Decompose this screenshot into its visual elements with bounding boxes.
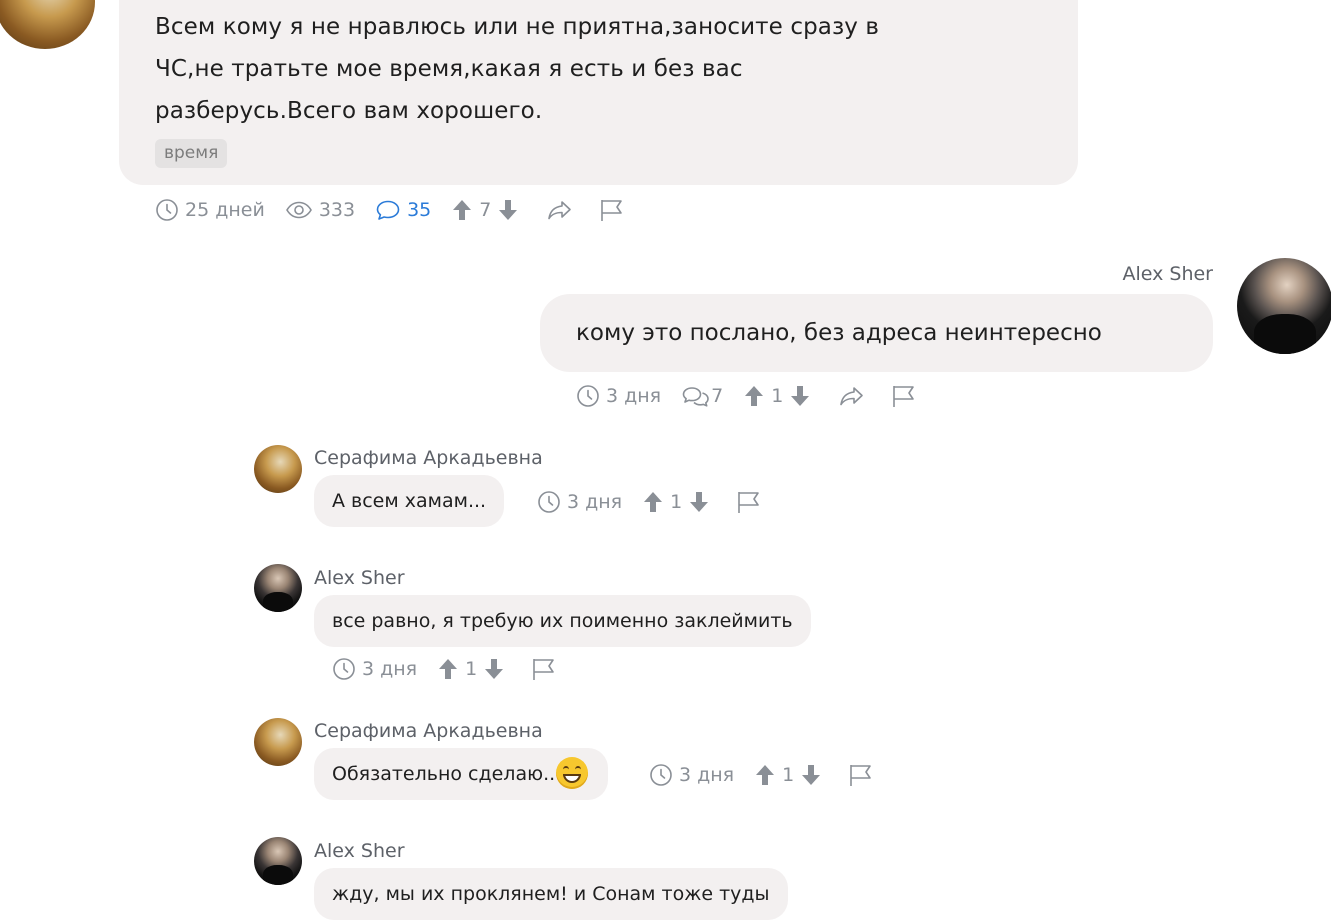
comment-time-text: 3 дня (606, 385, 662, 407)
reply-report-button[interactable] (848, 763, 874, 787)
clock-icon (538, 491, 560, 513)
clock-icon (577, 385, 599, 407)
post-time-text: 25 дней (185, 199, 265, 221)
upvote-icon (453, 200, 472, 220)
post-time: 25 дней (155, 198, 265, 222)
reply-downvote-button[interactable] (688, 490, 710, 514)
reply-author-avatar[interactable] (254, 445, 302, 493)
reply-time: 3 дня (537, 490, 622, 514)
reply-author-avatar[interactable] (254, 564, 302, 612)
post-views-count: 333 (318, 199, 356, 221)
reply-author-avatar[interactable] (254, 718, 302, 766)
reply-bubble: жду, мы их проклянем! и Сонам тоже туды (314, 868, 788, 920)
clock-icon (650, 764, 672, 786)
post-views: 333 (285, 198, 355, 222)
replies-icon (682, 387, 709, 407)
downvote-icon (791, 386, 810, 406)
flag-icon (738, 492, 760, 513)
grinning-face-emoji (556, 756, 589, 789)
flag-icon (850, 765, 872, 786)
comment-replies-count: 7 (711, 385, 724, 407)
reply-time: 3 дня (332, 657, 417, 681)
post-comments-link[interactable]: 35 (375, 198, 431, 222)
comment-author-avatar[interactable] (1237, 258, 1331, 354)
reply-bubble: все равно, я требую их поименно заклейми… (314, 595, 811, 647)
comment-report-button[interactable] (891, 384, 917, 408)
reply-time-text: 3 дня (362, 658, 418, 680)
reply-time-text: 3 дня (567, 491, 623, 513)
post-text-line: Всем кому я не нравлюсь или не приятна,з… (155, 14, 880, 40)
upvote-icon (745, 386, 764, 406)
post-author-avatar[interactable] (0, 0, 95, 49)
post-text: Всем кому я не нравлюсь или не приятна,з… (155, 6, 1055, 132)
reply-score: 1 (670, 491, 683, 513)
clock-icon (156, 199, 178, 221)
share-icon (548, 201, 572, 220)
reply-author-avatar[interactable] (254, 837, 302, 885)
post-score: 7 (479, 199, 492, 221)
reply-meta-bar: 3 дня 1 (649, 761, 874, 789)
clock-icon (333, 658, 355, 680)
post-comments-count: 35 (407, 199, 432, 221)
comment-time: 3 дня (576, 384, 661, 408)
upvote-icon (644, 492, 663, 512)
comment-upvote-button[interactable] (743, 384, 765, 408)
reply-report-button[interactable] (736, 490, 762, 514)
comment-author[interactable]: Alex Sher (1122, 263, 1213, 285)
reply-upvote-button[interactable] (642, 490, 664, 514)
reply-score: 1 (782, 764, 795, 786)
post-tag[interactable]: время (155, 139, 228, 168)
downvote-icon (690, 492, 709, 512)
comment-share-button[interactable] (837, 384, 865, 408)
reply-author[interactable]: Серафима Аркадьевна (314, 720, 543, 742)
comment-meta-bar: 3 дня 7 1 (576, 382, 917, 410)
upvote-icon (756, 765, 775, 785)
comment-score: 1 (771, 385, 784, 407)
reply-downvote-button[interactable] (800, 763, 822, 787)
reply-upvote-button[interactable] (754, 763, 776, 787)
downvote-icon (485, 659, 504, 679)
flag-icon (601, 200, 623, 221)
upvote-icon (439, 659, 458, 679)
reply-downvote-button[interactable] (483, 657, 505, 681)
reply-upvote-button[interactable] (437, 657, 459, 681)
post-report-button[interactable] (599, 198, 625, 222)
flag-icon (893, 386, 915, 407)
reply-time-text: 3 дня (679, 764, 735, 786)
eye-icon (285, 201, 312, 219)
reply-meta-bar: 3 дня 1 (332, 655, 557, 683)
post-text-line: ЧС,не тратьте мое время,какая я есть и б… (155, 56, 743, 82)
post-share-button[interactable] (545, 198, 573, 222)
flag-icon (533, 659, 555, 680)
comment-downvote-button[interactable] (789, 384, 811, 408)
comment-replies-link[interactable]: 7 (681, 384, 723, 408)
comment-icon (376, 200, 400, 220)
comment-text: кому это послано, без адреса неинтересно (576, 320, 1102, 346)
post-downvote-button[interactable] (497, 198, 519, 222)
reply-report-button[interactable] (531, 657, 557, 681)
downvote-icon (499, 200, 518, 220)
reply-meta-bar: 3 дня 1 (537, 488, 762, 516)
reply-text: Обязательно сделаю.. (332, 763, 556, 785)
post-upvote-button[interactable] (451, 198, 473, 222)
reply-author[interactable]: Серафима Аркадьевна (314, 447, 543, 469)
post-bubble: Всем кому я не нравлюсь или не приятна,з… (119, 0, 1078, 185)
post-meta-bar: 25 дней 333 35 7 (155, 196, 625, 224)
reply-bubble: А всем хамам... (314, 475, 505, 527)
comment-bubble: кому это послано, без адреса неинтересно (540, 294, 1213, 372)
reply-author[interactable]: Alex Sher (314, 567, 405, 589)
downvote-icon (802, 765, 821, 785)
share-icon (840, 387, 864, 406)
post-text-line: разберусь.Всего вам хорошего. (155, 98, 543, 124)
reply-bubble: Обязательно сделаю.. (314, 748, 609, 800)
reply-time: 3 дня (649, 763, 734, 787)
reply-score: 1 (465, 658, 478, 680)
reply-author[interactable]: Alex Sher (314, 840, 405, 862)
